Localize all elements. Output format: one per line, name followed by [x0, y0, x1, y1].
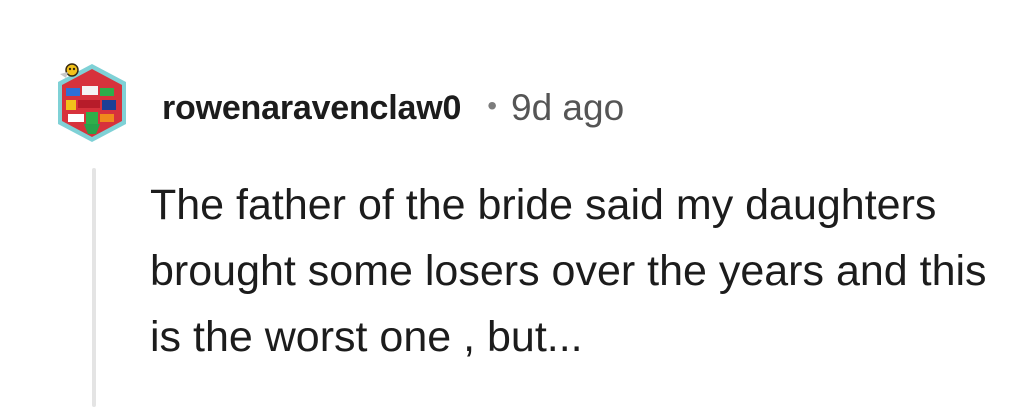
thread-line[interactable] — [92, 168, 96, 407]
comment-body: The father of the bride said my daughter… — [150, 181, 987, 361]
comment: rowenaravenclaw0 • 9d ago The father of … — [0, 0, 1026, 407]
timestamp: 9d ago — [511, 87, 625, 128]
comment-meta: rowenaravenclaw0 • 9d ago — [162, 84, 624, 132]
user-avatar-icon[interactable] — [52, 60, 132, 146]
username-link[interactable]: rowenaravenclaw0 — [162, 89, 461, 128]
separator-dot: • — [487, 90, 497, 121]
